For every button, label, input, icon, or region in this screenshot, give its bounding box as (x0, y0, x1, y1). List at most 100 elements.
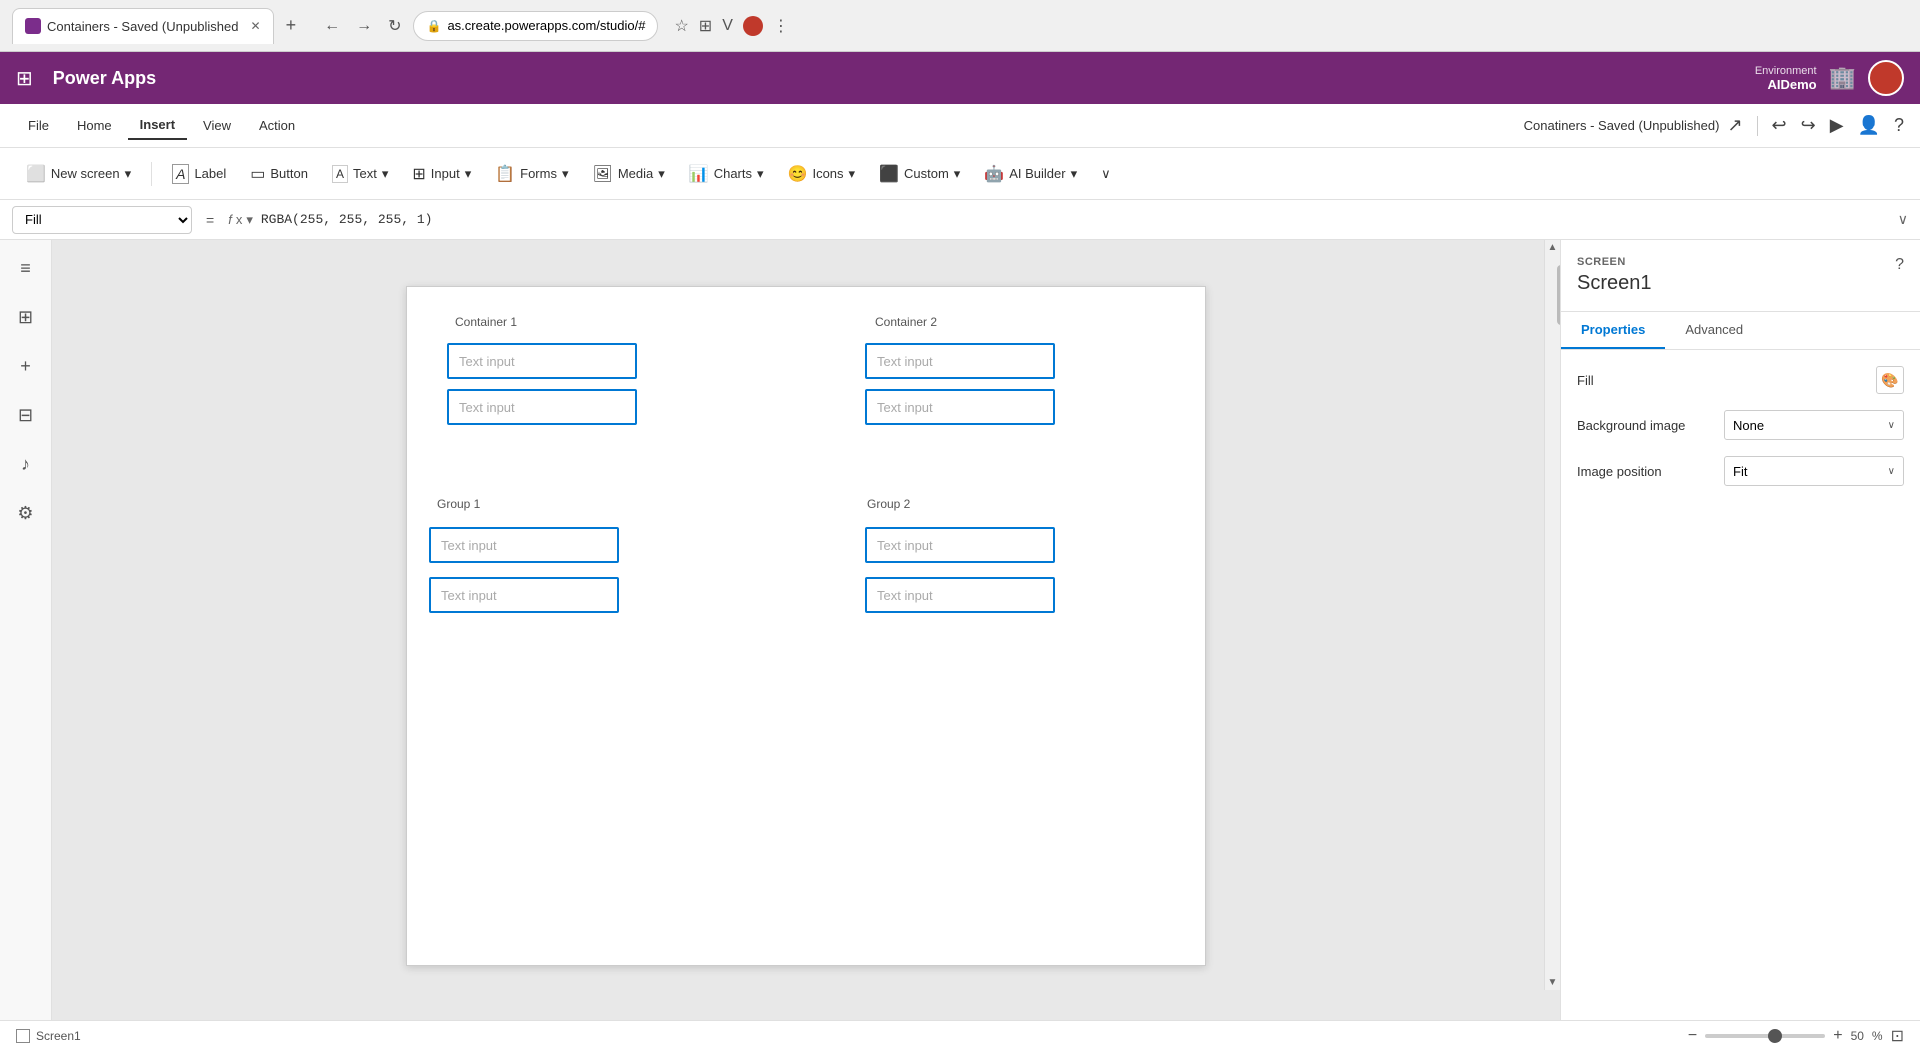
refresh-btn[interactable]: ↻ (384, 12, 405, 40)
text-icon: A (332, 165, 348, 183)
charts-icon: 📊 (689, 164, 709, 184)
share-icon[interactable]: ↗ (1727, 115, 1742, 136)
menu-btn[interactable]: ⋮ (773, 16, 789, 36)
play-icon[interactable]: ▶ (1830, 115, 1844, 136)
main-layout: ≡ ⊞ + ⊟ ♪ ⚙ Container 1 Text input Text … (0, 240, 1920, 1020)
panel-help-btn[interactable]: ? (1895, 256, 1904, 274)
menu-home[interactable]: Home (65, 112, 124, 139)
sidebar-media-icon[interactable]: ♪ (15, 448, 36, 481)
input-chevron: ▾ (465, 166, 472, 182)
container2-input2[interactable]: Text input (865, 389, 1055, 425)
redo-icon[interactable]: ↪ (1801, 115, 1816, 136)
new-screen-label: New screen (51, 166, 120, 181)
undo-icon[interactable]: ↩ (1772, 115, 1787, 136)
container2-input1[interactable]: Text input (865, 343, 1055, 379)
bg-image-chevron: ∨ (1888, 420, 1895, 431)
fill-row: Fill 🎨 (1577, 366, 1904, 394)
custom-label: Custom (904, 166, 949, 181)
user-avatar[interactable] (1868, 60, 1904, 96)
media-btn[interactable]: 🖼 Media ▾ (583, 158, 675, 190)
menu-insert[interactable]: Insert (128, 111, 187, 140)
panel-header: SCREEN Screen1 ? (1561, 240, 1920, 312)
group2-input1-placeholder: Text input (877, 538, 933, 553)
panel-tabs: Properties Advanced (1561, 312, 1920, 350)
zoom-controls: − + 50 % ⊡ (1688, 1026, 1904, 1046)
sidebar-menu-icon[interactable]: ≡ (14, 252, 37, 285)
charts-chevron: ▾ (757, 166, 764, 182)
group1-input2[interactable]: Text input (429, 577, 619, 613)
fill-color-swatch[interactable]: 🎨 (1876, 366, 1904, 394)
screen-checkbox[interactable] (16, 1029, 30, 1043)
extensions-btn[interactable] (743, 16, 763, 36)
help-icon[interactable]: ? (1894, 115, 1904, 136)
icon-divider (1757, 116, 1758, 136)
scroll-down-btn[interactable]: ▼ (1546, 975, 1560, 990)
group1-input1[interactable]: Text input (429, 527, 619, 563)
icons-btn[interactable]: 😊 Icons ▾ (778, 158, 866, 190)
image-position-row: Image position Fit ∨ (1577, 456, 1904, 486)
label-btn[interactable]: A Label (162, 158, 236, 190)
formula-expand-btn[interactable]: ∨ (1898, 211, 1908, 228)
custom-btn[interactable]: ⬛ Custom ▾ (869, 158, 970, 190)
address-bar[interactable]: 🔒 as.create.powerapps.com/studio/# (413, 11, 658, 41)
fill-label: Fill (1577, 373, 1594, 388)
container1-input2[interactable]: Text input (447, 389, 637, 425)
formula-fx: f x ▾ (228, 212, 253, 228)
bookmark-btn[interactable]: ☆ (674, 16, 688, 36)
tab-favicon (25, 18, 41, 34)
forward-btn[interactable]: → (352, 13, 376, 39)
screen-canvas[interactable]: Container 1 Text input Text input Contai… (406, 286, 1206, 966)
sidebar-add-icon[interactable]: + (14, 350, 37, 383)
new-tab-btn[interactable]: + (286, 15, 297, 36)
zoom-minus-btn[interactable]: − (1688, 1027, 1697, 1045)
container1-input1[interactable]: Text input (447, 343, 637, 379)
bg-image-select[interactable]: None ∨ (1724, 410, 1904, 440)
canvas-inner: Container 1 Text input Text input Contai… (68, 256, 1544, 996)
zoom-plus-btn[interactable]: + (1833, 1027, 1842, 1045)
tab-properties[interactable]: Properties (1561, 312, 1665, 349)
scroll-up-btn[interactable]: ▲ (1546, 240, 1560, 255)
charts-btn[interactable]: 📊 Charts ▾ (679, 158, 774, 190)
sidebar-tree-icon[interactable]: ⊞ (12, 301, 39, 334)
info-icon[interactable]: 🏢 (1829, 65, 1856, 91)
image-position-select[interactable]: Fit ∨ (1724, 456, 1904, 486)
forms-btn[interactable]: 📋 Forms ▾ (485, 158, 578, 190)
tab-close-btn[interactable]: ✕ (251, 19, 261, 33)
text-btn[interactable]: A Text ▾ (322, 159, 398, 189)
property-select[interactable]: Fill (12, 206, 192, 234)
group2-input2[interactable]: Text input (865, 577, 1055, 613)
tab-advanced[interactable]: Advanced (1665, 312, 1763, 349)
image-position-chevron: ∨ (1888, 466, 1895, 477)
menu-file[interactable]: File (16, 112, 61, 139)
more-btn[interactable]: ∨ (1091, 160, 1121, 188)
container2-input1-placeholder: Text input (877, 354, 933, 369)
new-screen-icon: ⬜ (26, 164, 46, 184)
zoom-thumb[interactable] (1768, 1029, 1782, 1043)
menu-view[interactable]: View (191, 112, 243, 139)
menu-action[interactable]: Action (247, 112, 307, 139)
group2-input1[interactable]: Text input (865, 527, 1055, 563)
new-screen-btn[interactable]: ⬜ New screen ▾ (16, 158, 141, 190)
scroll-thumb[interactable] (1557, 265, 1561, 325)
text-chevron: ▾ (382, 166, 389, 182)
label-label: Label (194, 166, 226, 181)
input-btn[interactable]: ⊞ Input ▾ (402, 158, 481, 190)
sidebar-settings-icon[interactable]: ⚙ (11, 497, 39, 530)
sidebar-data-icon[interactable]: ⊟ (12, 399, 39, 432)
menu-right: Conatiners - Saved (Unpublished) ↗ ↩ ↪ ▶… (1524, 115, 1904, 136)
button-btn[interactable]: ▭ Button (240, 158, 318, 190)
group2-input2-placeholder: Text input (877, 588, 933, 603)
user-icon[interactable]: 👤 (1858, 115, 1880, 136)
fx-chevron[interactable]: ▾ (246, 212, 253, 228)
fit-screen-btn[interactable]: ⊡ (1891, 1026, 1904, 1046)
back-btn[interactable]: ← (320, 13, 344, 39)
windows-btn[interactable]: ⊞ (699, 16, 712, 36)
browser-tab[interactable]: Containers - Saved (Unpublished ✕ (12, 8, 274, 44)
profile-btn[interactable]: V (722, 17, 733, 35)
ai-builder-btn[interactable]: 🤖 AI Builder ▾ (974, 158, 1087, 190)
formula-input[interactable] (261, 206, 1890, 234)
zoom-slider[interactable] (1705, 1034, 1825, 1038)
app-grid-icon[interactable]: ⊞ (16, 66, 33, 91)
input-icon: ⊞ (412, 164, 425, 184)
ai-builder-chevron: ▾ (1071, 166, 1078, 182)
